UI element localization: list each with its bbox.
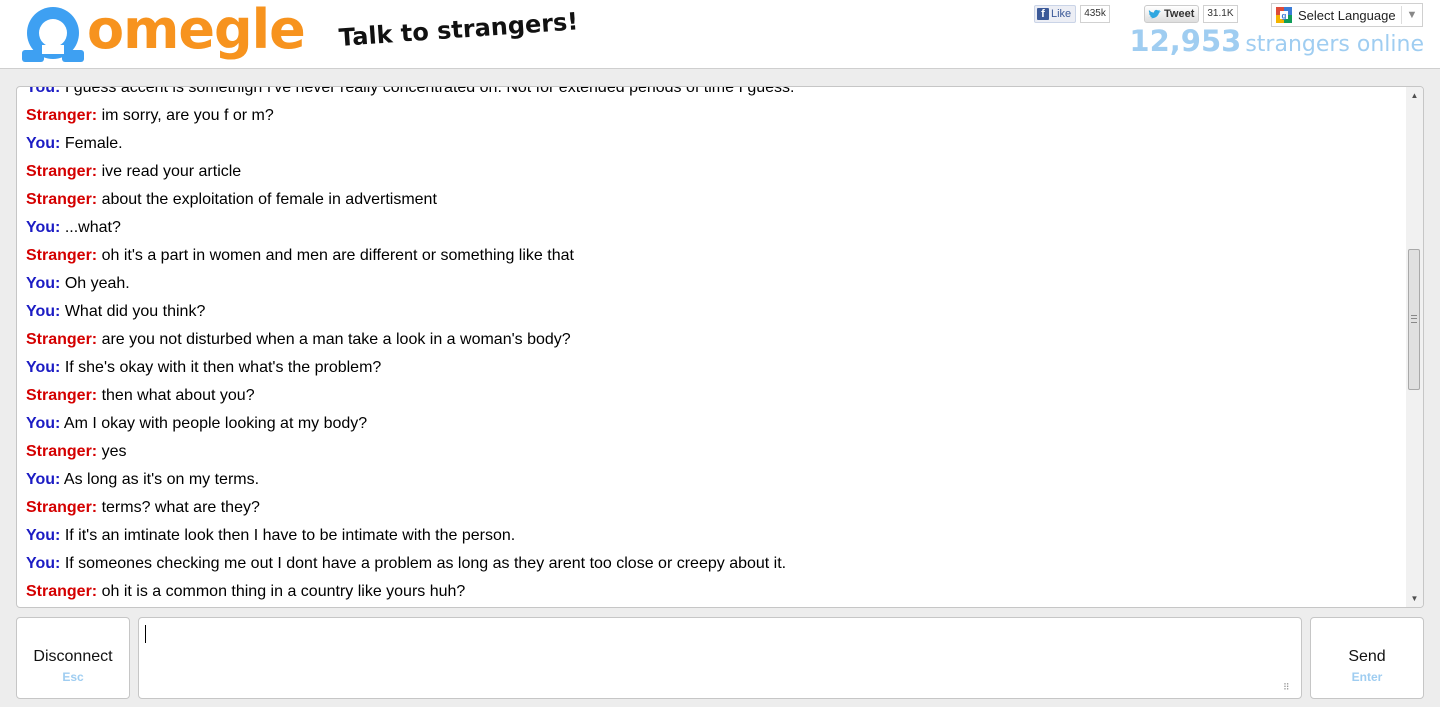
speaker-stranger-label: Stranger:: [26, 247, 98, 264]
tweet-widget[interactable]: Tweet 31.1K: [1144, 5, 1238, 23]
tweet-count: 31.1K: [1203, 5, 1238, 23]
message-text: If she's okay with it then what's the pr…: [64, 359, 382, 376]
twitter-bird-icon: [1148, 9, 1161, 19]
chat-message: You: I guess accent is somethign I've ne…: [26, 86, 1403, 104]
scroll-down-arrow-icon[interactable]: ▼: [1406, 590, 1423, 607]
message-text: terms? what are they?: [101, 499, 260, 516]
message-text: Female.: [64, 135, 123, 152]
chat-message: Stranger: yes: [26, 440, 1403, 468]
chat-message: You: If someones checking me out I dont …: [26, 552, 1403, 580]
speaker-stranger-label: Stranger:: [26, 107, 98, 124]
speaker-you-label: You:: [26, 527, 61, 544]
chat-message: Stranger: ive read your article: [26, 160, 1403, 188]
message-text: What did you think?: [64, 303, 206, 320]
message-text: are you not disturbed when a man take a …: [101, 331, 571, 348]
speaker-you-label: You:: [26, 275, 61, 292]
omegle-logo[interactable]: omegle: [22, 0, 306, 66]
tweet-button[interactable]: Tweet: [1144, 5, 1200, 23]
speaker-stranger-label: Stranger:: [26, 163, 98, 180]
send-label: Send: [1348, 648, 1386, 665]
message-text: As long as it's on my terms.: [63, 471, 260, 488]
grip-icon: [1411, 315, 1417, 323]
chat-message: You: As long as it's on my terms.: [26, 468, 1403, 496]
speaker-you-label: You:: [26, 86, 61, 96]
scroll-up-arrow-icon[interactable]: ▲: [1406, 87, 1423, 104]
chat-message: You: If it's an imtinate look then I hav…: [26, 524, 1403, 552]
chat-message: Stranger: are you not disturbed when a m…: [26, 328, 1403, 356]
chat-message: You: If she's okay with it then what's t…: [26, 356, 1403, 384]
online-label: strangers online: [1245, 32, 1424, 57]
scrollbar-thumb[interactable]: [1408, 249, 1420, 390]
text-caret: [145, 625, 146, 643]
send-shortcut-hint: Enter: [1351, 670, 1383, 684]
logo-wordmark: omegle: [87, 0, 306, 61]
chat-message: Stranger: terms? what are they?: [26, 496, 1403, 524]
chat-message: You: Oh yeah.: [26, 272, 1403, 300]
chat-log[interactable]: You: I guess accent is somethign I've ne…: [16, 86, 1424, 608]
speaker-you-label: You:: [26, 471, 61, 488]
resize-grip-icon[interactable]: ⠿: [1283, 682, 1293, 692]
facebook-icon: f: [1037, 8, 1049, 20]
chat-message: You: Am I okay with people looking at my…: [26, 412, 1403, 440]
online-count: 12,953: [1129, 24, 1242, 58]
speaker-stranger-label: Stranger:: [26, 443, 98, 460]
message-text: Am I okay with people looking at my body…: [63, 415, 368, 432]
chat-message: You: ...what?: [26, 216, 1403, 244]
message-text: about the exploitation of female in adve…: [101, 191, 437, 208]
chat-input-container[interactable]: ⠿: [138, 617, 1302, 699]
facebook-like-button[interactable]: f Like: [1034, 5, 1077, 23]
message-text: oh it's a part in women and men are diff…: [101, 247, 574, 264]
send-button[interactable]: Send Enter: [1310, 617, 1424, 699]
svg-text:g: g: [1282, 12, 1287, 21]
message-text: then what about you?: [101, 387, 255, 404]
message-text: yes: [101, 443, 127, 460]
online-count-display: 12,953 strangers online: [1129, 24, 1424, 58]
chat-messages: You: I guess accent is somethign I've ne…: [26, 86, 1403, 607]
chevron-down-icon[interactable]: ▼: [1401, 6, 1422, 24]
disconnect-shortcut-hint: Esc: [62, 670, 84, 684]
message-text: If someones checking me out I dont have …: [64, 555, 787, 572]
speaker-you-label: You:: [26, 359, 61, 376]
omegle-logo-icon: [22, 7, 84, 62]
message-text: oh it is a common thing in a country lik…: [101, 583, 466, 600]
chat-message: You: Female.: [26, 132, 1403, 160]
message-text: ...what?: [64, 219, 121, 236]
chat-message: Stranger: then what about you?: [26, 384, 1403, 412]
chat-message: You: What did you think?: [26, 300, 1403, 328]
disconnect-label: Disconnect: [33, 648, 113, 665]
speaker-you-label: You:: [26, 415, 61, 432]
chat-message: Stranger: im sorry, are you f or m?: [26, 104, 1403, 132]
tagline: Talk to strangers!: [338, 7, 580, 52]
language-select-label: Select Language: [1298, 7, 1396, 23]
chat-message: Stranger: oh it's a part in women and me…: [26, 244, 1403, 272]
tweet-label: Tweet: [1164, 8, 1195, 20]
chat-message: Stranger: oh it is a common thing in a c…: [26, 580, 1403, 607]
facebook-like-label: Like: [1051, 8, 1072, 20]
speaker-stranger-label: Stranger:: [26, 583, 98, 600]
speaker-stranger-label: Stranger:: [26, 387, 98, 404]
chat-message-input[interactable]: [139, 618, 1301, 698]
speaker-stranger-label: Stranger:: [26, 191, 98, 208]
chat-scrollbar[interactable]: ▲ ▼: [1406, 87, 1423, 607]
facebook-like-widget[interactable]: f Like 435k: [1034, 5, 1110, 23]
message-text: Oh yeah.: [64, 275, 130, 292]
message-text: If it's an imtinate look then I have to …: [64, 527, 516, 544]
speaker-you-label: You:: [26, 555, 61, 572]
facebook-like-count: 435k: [1080, 5, 1110, 23]
google-translate-icon: g: [1276, 7, 1292, 23]
header-bar: omegle Talk to strangers! f Like 435k Tw…: [0, 0, 1440, 69]
disconnect-button[interactable]: Disconnect Esc: [16, 617, 130, 699]
message-text: ive read your article: [101, 163, 242, 180]
message-text: I guess accent is somethign I've never r…: [64, 86, 795, 96]
chat-message: Stranger: about the exploitation of fema…: [26, 188, 1403, 216]
speaker-stranger-label: Stranger:: [26, 499, 98, 516]
speaker-you-label: You:: [26, 303, 61, 320]
speaker-you-label: You:: [26, 135, 61, 152]
speaker-you-label: You:: [26, 219, 61, 236]
message-text: im sorry, are you f or m?: [101, 107, 274, 124]
speaker-stranger-label: Stranger:: [26, 331, 98, 348]
